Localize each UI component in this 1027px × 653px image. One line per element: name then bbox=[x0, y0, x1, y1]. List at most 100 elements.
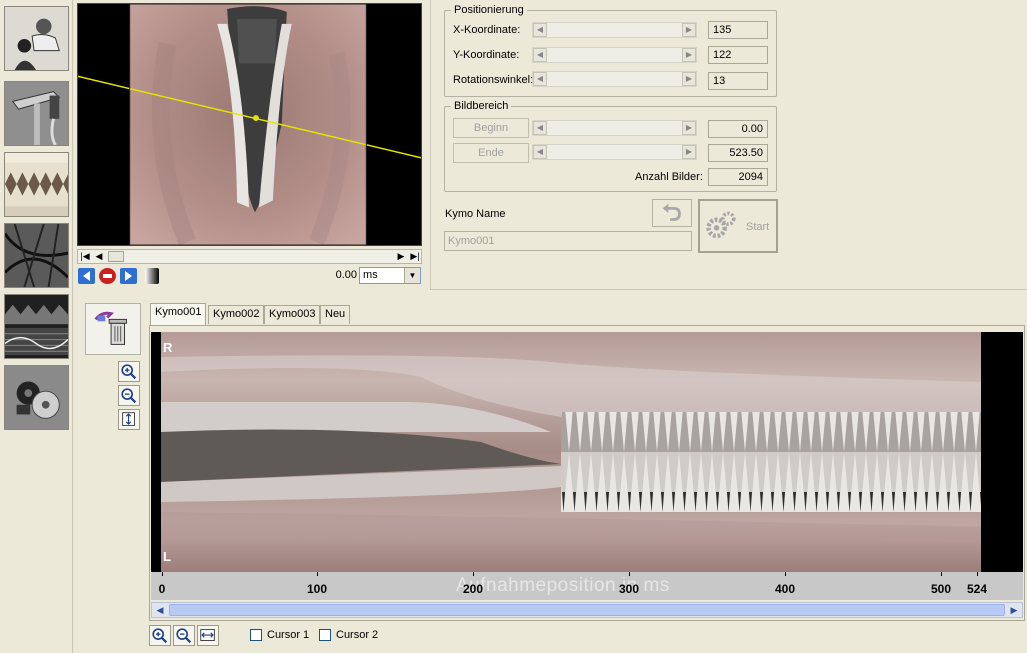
end-value[interactable]: 523.50 bbox=[708, 144, 768, 162]
scroll-thumb[interactable] bbox=[169, 604, 1005, 616]
brightness-icon[interactable] bbox=[145, 268, 159, 284]
time-unit-select[interactable]: ms ▼ bbox=[359, 267, 421, 284]
axis-tick bbox=[629, 572, 630, 576]
delete-kymo-button[interactable] bbox=[85, 303, 141, 355]
kymogram-frame: R L Aufnahmeposition in ms 0 100 200 300… bbox=[149, 325, 1025, 621]
forward-arrow-icon[interactable] bbox=[120, 268, 137, 284]
begin-slider[interactable]: ◀ ▶ bbox=[532, 120, 697, 136]
laryngoscopy-video-frame[interactable] bbox=[77, 3, 422, 246]
end-button[interactable]: Ende bbox=[453, 143, 529, 163]
fit-width-button[interactable] bbox=[197, 625, 219, 646]
playback-controls: 0.00 ms ▼ bbox=[77, 267, 422, 285]
zoom-in-horizontal-button[interactable] bbox=[149, 625, 171, 646]
kymogram-image[interactable]: R L bbox=[151, 332, 1023, 572]
kymogram-area: Kymo001 Kymo002 Kymo003 Neu R L Aufnahme… bbox=[74, 291, 1027, 653]
begin-button[interactable]: Beginn bbox=[453, 118, 529, 138]
axis-tick-label: 200 bbox=[462, 582, 484, 596]
slider-left-arrow-icon[interactable]: ◀ bbox=[533, 48, 547, 62]
spectrogram-icon[interactable] bbox=[4, 294, 69, 359]
tab-kymo003[interactable]: Kymo003 bbox=[264, 305, 321, 324]
undo-icon bbox=[662, 203, 681, 221]
kymogram-icon[interactable] bbox=[4, 152, 69, 217]
next-frame-button[interactable]: ▶ bbox=[395, 251, 407, 262]
axis-tick-label: 300 bbox=[618, 582, 640, 596]
kymogram-scrollbar[interactable]: ◀ ▶ bbox=[151, 602, 1023, 618]
slider-right-arrow-icon[interactable]: ▶ bbox=[682, 72, 696, 86]
y-coordinate-value[interactable]: 122 bbox=[708, 46, 768, 64]
zoom-in-icon bbox=[121, 364, 137, 380]
endoscope-icon[interactable] bbox=[4, 81, 69, 146]
cursor2-checkbox[interactable] bbox=[319, 629, 331, 641]
prev-frame-button[interactable]: ◀ bbox=[93, 251, 105, 262]
left-side-label: L bbox=[163, 549, 171, 564]
kymo-settings-panel: Positionierung X-Koordinate: ◀ ▶ 135 Y-K… bbox=[430, 0, 1027, 290]
cursor2-label: Cursor 2 bbox=[336, 629, 379, 641]
y-coordinate-label: Y-Koordinate: bbox=[453, 49, 520, 61]
waveform-icon[interactable] bbox=[4, 223, 69, 288]
slider-left-arrow-icon[interactable]: ◀ bbox=[533, 121, 547, 135]
scroll-right-arrow-icon[interactable]: ▶ bbox=[1006, 603, 1022, 617]
frame-count-value: 2094 bbox=[708, 168, 768, 186]
scroll-thumb[interactable] bbox=[108, 251, 124, 262]
axis-tick-label: 100 bbox=[306, 582, 328, 596]
bottom-toolbar: Cursor 1 Cursor 2 bbox=[149, 624, 1025, 648]
rotation-angle-slider[interactable]: ◀ ▶ bbox=[532, 71, 697, 87]
undo-button[interactable] bbox=[652, 199, 692, 227]
video-frame-scrollbar[interactable]: |◀ ◀ ▶ ▶| bbox=[77, 249, 422, 264]
slider-right-arrow-icon[interactable]: ▶ bbox=[682, 121, 696, 135]
time-value: 0.00 bbox=[335, 269, 357, 281]
slider-left-arrow-icon[interactable]: ◀ bbox=[533, 23, 547, 37]
y-coordinate-slider[interactable]: ◀ ▶ bbox=[532, 47, 697, 63]
slider-right-arrow-icon[interactable]: ▶ bbox=[682, 48, 696, 62]
axis-tick-label: 400 bbox=[774, 582, 796, 596]
zoom-out-horizontal-button[interactable] bbox=[173, 625, 195, 646]
axis-tick bbox=[317, 572, 318, 576]
end-slider[interactable]: ◀ ▶ bbox=[532, 144, 697, 160]
tab-neu[interactable]: Neu bbox=[320, 305, 351, 324]
cursor1-checkbox[interactable] bbox=[250, 629, 262, 641]
x-coordinate-value[interactable]: 135 bbox=[708, 21, 768, 39]
slider-right-arrow-icon[interactable]: ▶ bbox=[682, 23, 696, 37]
axis-tick-label: 0 bbox=[158, 582, 166, 596]
first-frame-button[interactable]: |◀ bbox=[79, 251, 91, 262]
axis-tick bbox=[473, 572, 474, 576]
cursor1-label: Cursor 1 bbox=[267, 629, 310, 641]
slider-right-arrow-icon[interactable]: ▶ bbox=[682, 145, 696, 159]
stop-icon[interactable] bbox=[99, 268, 116, 284]
fit-width-icon bbox=[200, 629, 215, 641]
zoom-in-vertical-button[interactable] bbox=[118, 361, 140, 382]
disc-export-icon[interactable] bbox=[4, 365, 69, 430]
time-axis: Aufnahmeposition in ms 0 100 200 300 400… bbox=[151, 572, 1023, 600]
slider-left-arrow-icon[interactable]: ◀ bbox=[533, 145, 547, 159]
gears-icon bbox=[706, 211, 736, 239]
fit-vertical-button[interactable] bbox=[118, 409, 140, 430]
back-arrow-icon[interactable] bbox=[78, 268, 95, 284]
right-side-label: R bbox=[163, 340, 173, 355]
rotation-angle-label: Rotationswinkel: bbox=[453, 74, 534, 86]
start-button[interactable]: Start bbox=[698, 199, 778, 253]
start-label: Start bbox=[746, 221, 770, 233]
tool-sidebar bbox=[0, 0, 73, 653]
scroll-left-arrow-icon[interactable]: ◀ bbox=[152, 603, 168, 617]
slider-left-arrow-icon[interactable]: ◀ bbox=[533, 72, 547, 86]
axis-tick bbox=[941, 572, 942, 576]
trash-icon bbox=[94, 311, 127, 345]
last-frame-button[interactable]: ▶| bbox=[409, 251, 421, 262]
fit-height-icon bbox=[122, 412, 135, 426]
image-range-title: Bildbereich bbox=[451, 100, 512, 112]
zoom-out-icon bbox=[176, 628, 192, 644]
chevron-down-icon[interactable]: ▼ bbox=[404, 268, 420, 283]
axis-tick-label: 500 bbox=[930, 582, 952, 596]
tab-kymo002[interactable]: Kymo002 bbox=[208, 305, 265, 324]
zoom-out-vertical-button[interactable] bbox=[118, 385, 140, 406]
rotation-angle-value[interactable]: 13 bbox=[708, 72, 768, 90]
x-coordinate-slider[interactable]: ◀ ▶ bbox=[532, 22, 697, 38]
tab-kymo001[interactable]: Kymo001 bbox=[150, 303, 207, 325]
begin-value[interactable]: 0.00 bbox=[708, 120, 768, 138]
kymo-name-label: Kymo Name bbox=[445, 208, 506, 220]
zoom-out-icon bbox=[121, 388, 137, 404]
x-coordinate-label: X-Koordinate: bbox=[453, 24, 521, 36]
kymo-name-input[interactable]: Kymo001 bbox=[444, 231, 692, 251]
frame-count-label: Anzahl Bilder: bbox=[635, 171, 703, 183]
patient-icon[interactable] bbox=[4, 6, 69, 71]
